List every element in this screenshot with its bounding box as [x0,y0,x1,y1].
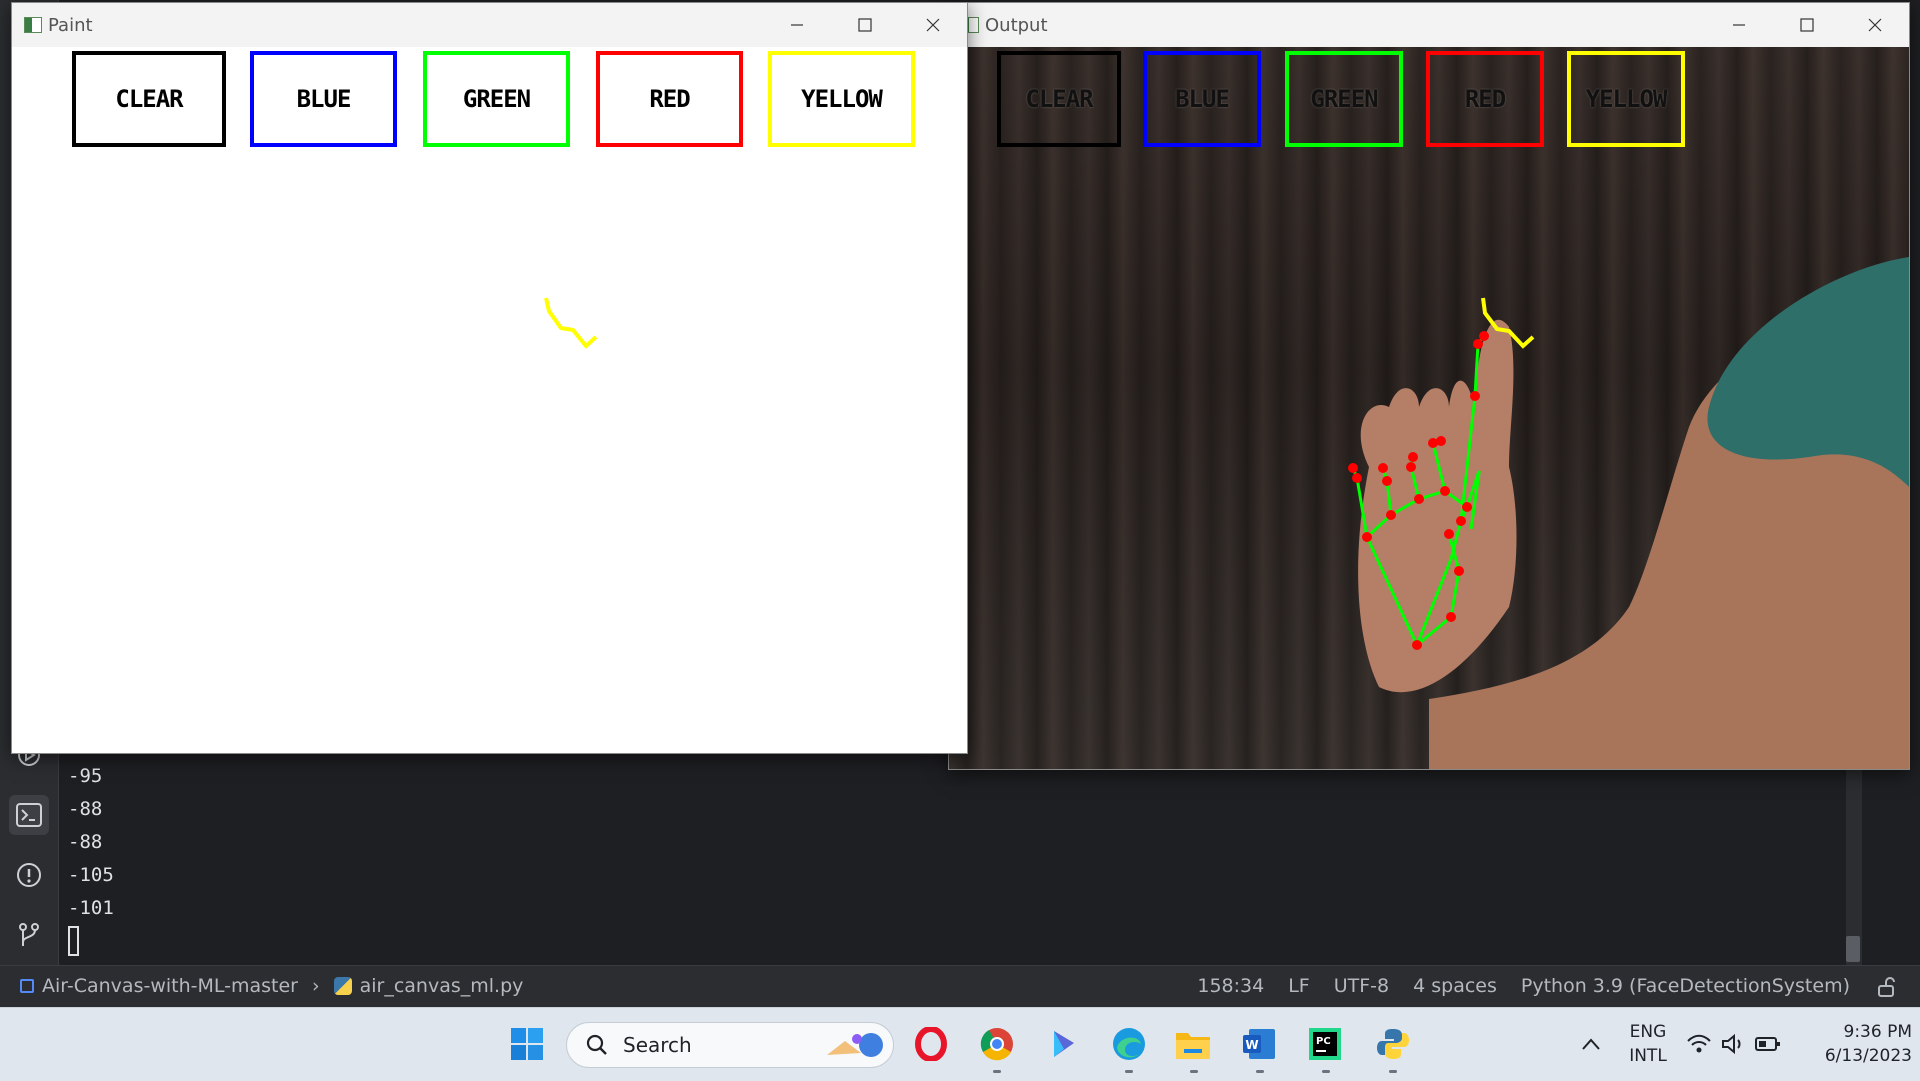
maximize-icon[interactable] [831,3,899,47]
console-scroll-thumb[interactable] [1846,936,1860,962]
minimize-icon[interactable] [763,3,831,47]
copilot-icon[interactable] [1043,1024,1083,1064]
console-scrollbar[interactable] [1846,760,1862,965]
taskbar: Search W PC ENG INTL 9:36 PM 6/13/2023 [0,1007,1920,1081]
breadcrumb-file[interactable]: air_canvas_ml.py [360,975,524,997]
paint-window[interactable]: Paint CLEAR BLUE GREEN RED YELLOW [11,2,968,754]
volume-icon[interactable] [1719,1024,1749,1064]
svg-text:PC: PC [1316,1036,1331,1047]
input-language[interactable]: ENG INTL [1620,1022,1676,1066]
output-window-title: Output [985,14,1048,36]
paint-app-icon [24,17,42,33]
clock-date: 6/13/2023 [1824,1046,1912,1066]
breadcrumb-project[interactable]: Air-Canvas-with-ML-master [42,975,298,997]
hand-landmarks-overlay [1348,297,1535,650]
close-icon[interactable] [899,3,967,47]
output-stroke [1481,297,1535,349]
paint-canvas[interactable]: CLEAR BLUE GREEN RED YELLOW [12,47,967,753]
lock-icon[interactable] [1876,976,1898,998]
opera-icon[interactable] [911,1024,951,1064]
close-icon[interactable] [1841,3,1909,47]
python-icon[interactable] [1373,1024,1413,1064]
hand-connections [1351,335,1486,647]
indent-setting[interactable]: 4 spaces [1413,975,1497,997]
paint-window-title: Paint [48,14,93,36]
project-icon [20,979,34,993]
pycharm-icon[interactable]: PC [1305,1024,1345,1064]
edge-icon[interactable] [1109,1024,1149,1064]
breadcrumb: Air-Canvas-with-ML-master › air_canvas_m… [20,975,523,997]
clock-time: 9:36 PM [1843,1022,1913,1042]
search-highlight-icon [821,1029,885,1063]
search-placeholder: Search [623,1033,692,1057]
hand-landmarks [1348,331,1489,650]
paint-titlebar[interactable]: Paint [12,3,967,47]
word-icon[interactable]: W [1239,1024,1279,1064]
file-encoding[interactable]: UTF-8 [1334,975,1389,997]
minimize-icon[interactable] [1705,3,1773,47]
status-bar: Air-Canvas-with-ML-master › air_canvas_m… [0,965,1920,1008]
console-line: -88 [68,798,103,820]
console-line: -95 [68,765,103,787]
battery-icon[interactable] [1752,1024,1784,1064]
console-output: -95 -88 -88 -105 -101 [68,760,114,925]
maximize-icon[interactable] [1773,3,1841,47]
status-bar-info: 158:34 LF UTF-8 4 spaces Python 3.9 (Fac… [1197,975,1850,997]
console-line: -101 [68,897,114,919]
console-line: -88 [68,831,103,853]
taskbar-search[interactable]: Search [566,1022,894,1068]
line-ending[interactable]: LF [1288,975,1310,997]
chevron-right-icon: › [312,975,320,997]
terminal-icon[interactable] [9,795,49,835]
python-file-icon [333,977,352,995]
search-icon [585,1033,609,1057]
camera-feed: CLEAR BLUE GREEN RED YELLOW [949,47,1909,769]
output-window[interactable]: Output CLEAR BLUE GREEN RED YELLOW [948,2,1910,770]
chrome-icon[interactable] [977,1024,1017,1064]
problems-icon[interactable] [9,855,49,895]
clock[interactable]: 9:36 PM 6/13/2023 [1800,1022,1912,1066]
chevron-up-icon[interactable] [1571,1024,1611,1064]
output-titlebar[interactable]: Output [949,3,1909,47]
keyboard-layout: INTL [1629,1046,1667,1066]
cursor-position[interactable]: 158:34 [1197,975,1264,997]
wifi-icon[interactable] [1684,1024,1714,1064]
language-code: ENG [1629,1022,1667,1042]
paint-stroke [544,297,598,349]
svg-text:W: W [1245,1038,1258,1052]
console-line: -105 [68,864,114,886]
git-icon[interactable] [9,915,49,955]
file-explorer-icon[interactable] [1173,1024,1213,1064]
windows-start-icon[interactable] [507,1024,547,1064]
terminal-cursor[interactable] [68,926,79,956]
python-interpreter[interactable]: Python 3.9 (FaceDetectionSystem) [1521,975,1850,997]
paint-drawing [544,297,598,349]
